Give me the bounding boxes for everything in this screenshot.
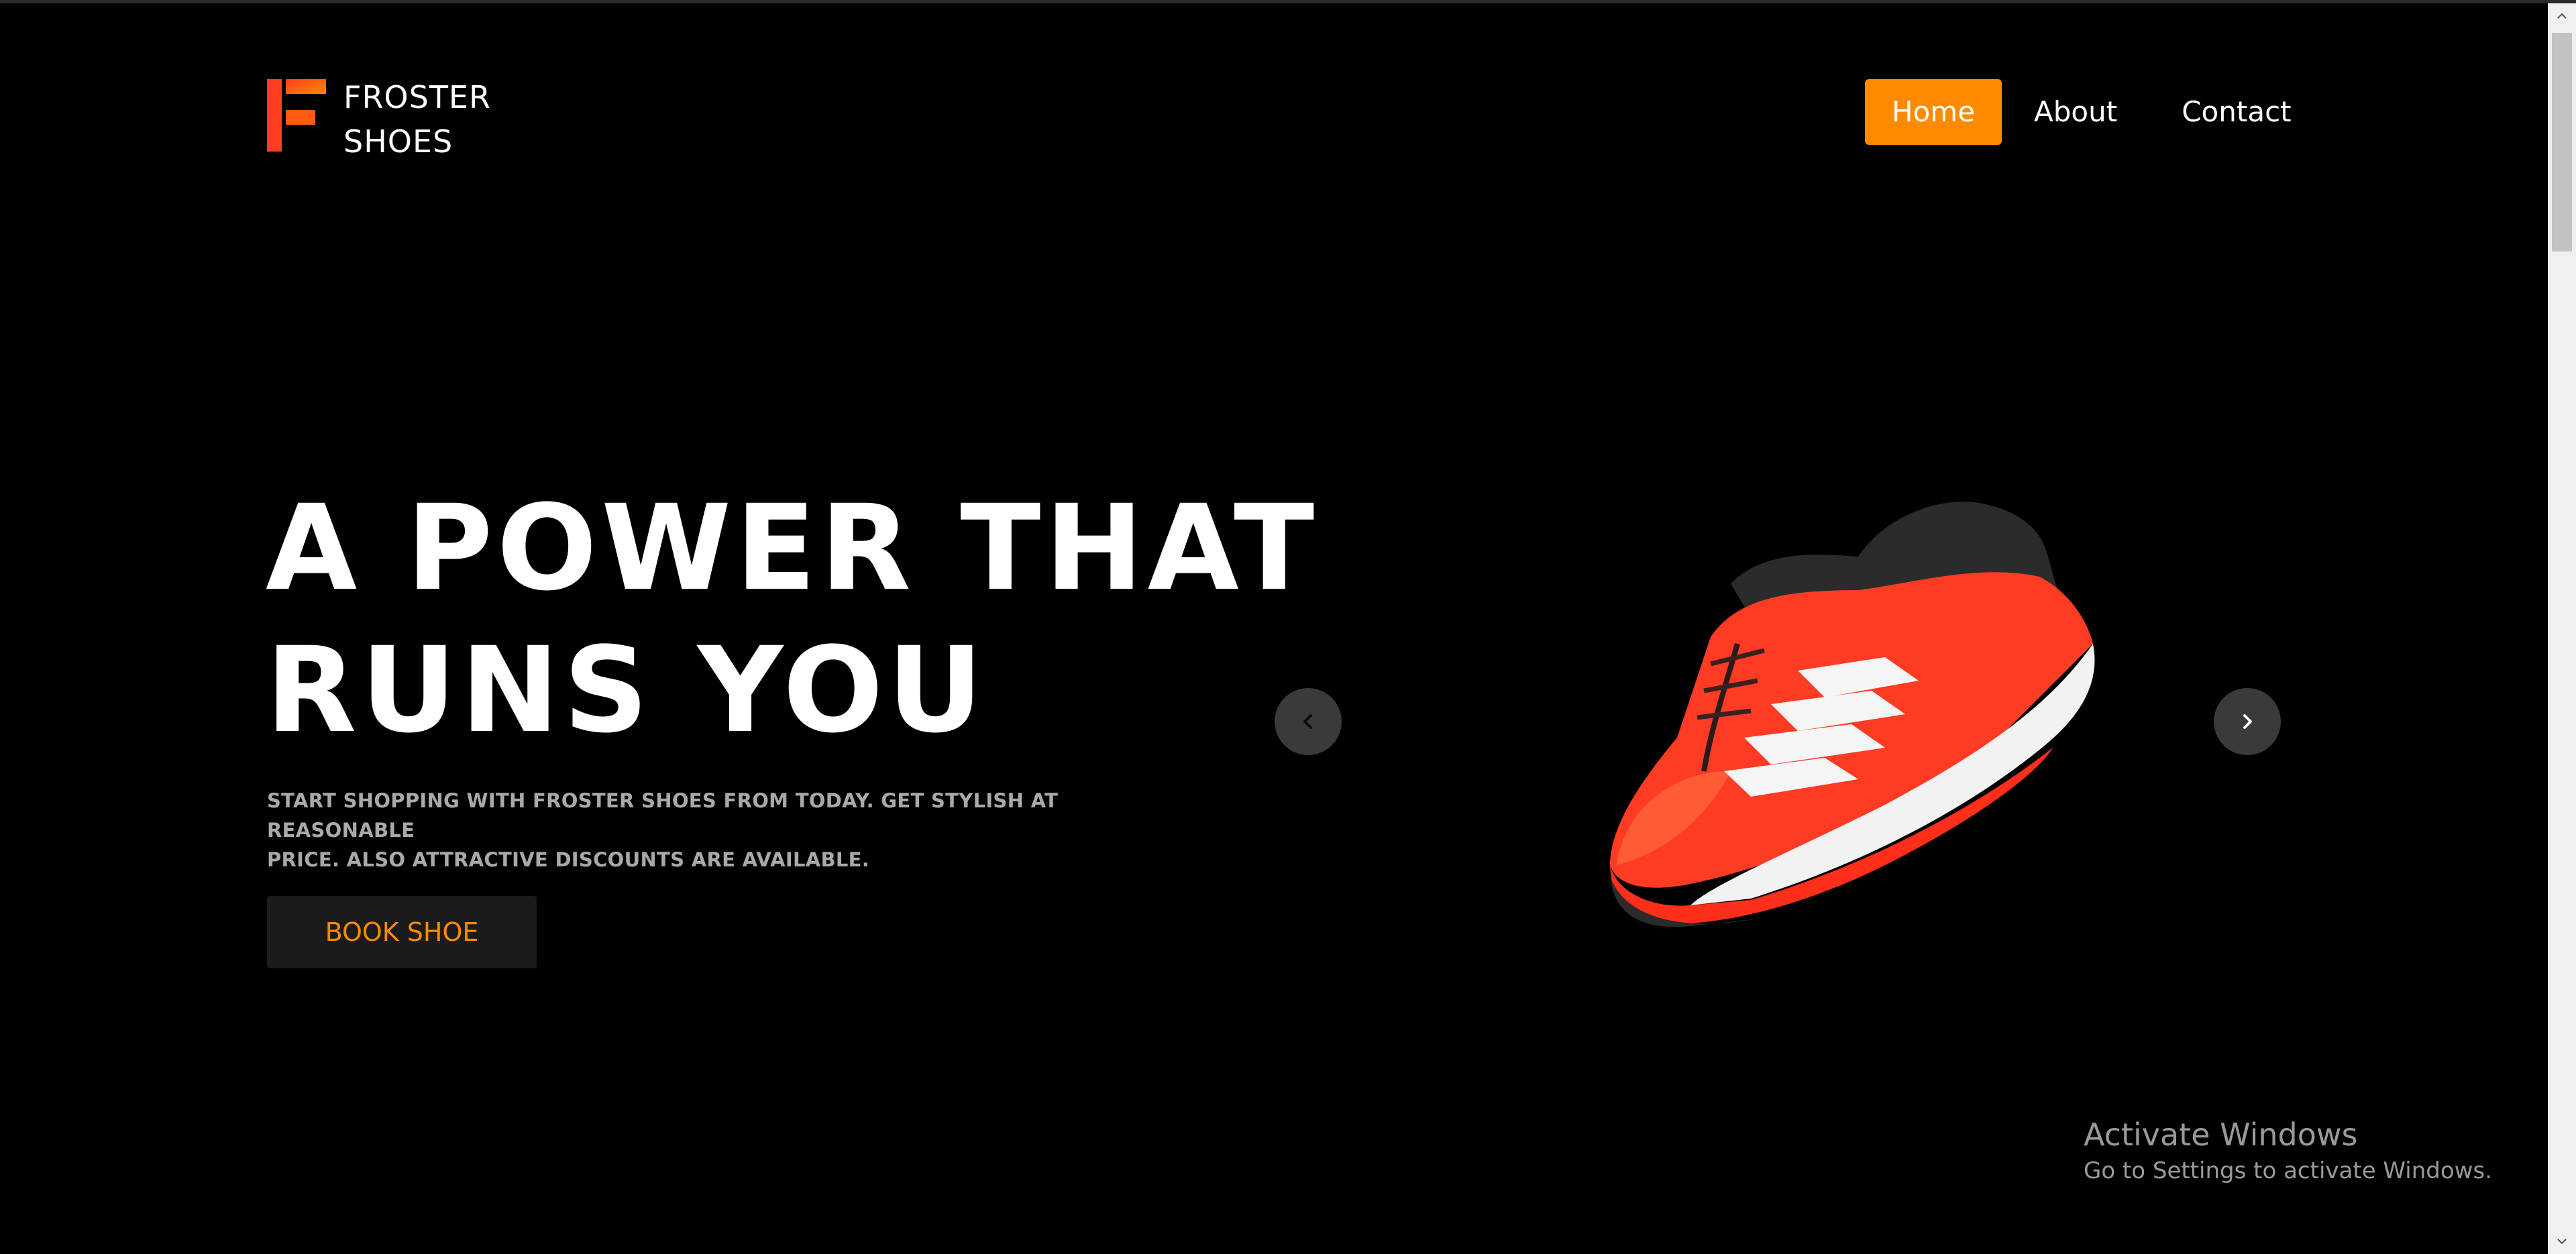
brand-name: FROSTER SHOES <box>343 75 491 164</box>
main-nav: Home About Contact <box>1865 79 2318 145</box>
scroll-up-arrow-icon[interactable] <box>2548 3 2576 29</box>
hero-subtitle-line1: START SHOPPING WITH FROSTER SHOES FROM T… <box>267 789 1059 842</box>
page: FROSTER SHOES Home About Contact A POWER… <box>0 0 2576 1254</box>
nav-home-link[interactable]: Home <box>1865 79 2002 145</box>
scroll-thumb[interactable] <box>2552 33 2572 251</box>
watermark-title: Activate Windows <box>2084 1117 2358 1153</box>
hero-subtitle: START SHOPPING WITH FROSTER SHOES FROM T… <box>267 786 1099 874</box>
hero-title: A POWER THAT RUNS YOU <box>266 477 1318 762</box>
window-top-border <box>0 0 2576 3</box>
chevron-right-icon <box>2243 714 2252 729</box>
hero-title-line2: RUNS YOU <box>266 622 987 759</box>
carousel-next-button[interactable] <box>2214 688 2281 755</box>
activate-windows-watermark: Activate Windows Go to Settings to activ… <box>2084 1115 2492 1187</box>
f-logo-icon <box>267 79 326 152</box>
chevron-left-icon <box>1303 714 1312 729</box>
brand-logo[interactable]: FROSTER SHOES <box>267 75 491 164</box>
brand-name-line2: SHOES <box>343 123 453 160</box>
red-running-shoe-image <box>1610 502 2095 927</box>
carousel-prev-button[interactable] <box>1275 688 1342 755</box>
hero-subtitle-line2: PRICE. ALSO ATTRACTIVE DISCOUNTS ARE AVA… <box>267 848 870 871</box>
watermark-subtitle: Go to Settings to activate Windows. <box>2084 1157 2492 1184</box>
book-shoe-button[interactable]: BOOK SHOE <box>267 896 537 968</box>
brand-name-line1: FROSTER <box>343 79 491 115</box>
nav-about-link[interactable]: About <box>2007 79 2144 145</box>
scroll-down-arrow-icon[interactable] <box>2548 1229 2576 1254</box>
nav-contact-link[interactable]: Contact <box>2155 79 2318 145</box>
page-scrollbar[interactable] <box>2548 3 2576 1254</box>
hero-title-line1: A POWER THAT <box>266 479 1319 617</box>
